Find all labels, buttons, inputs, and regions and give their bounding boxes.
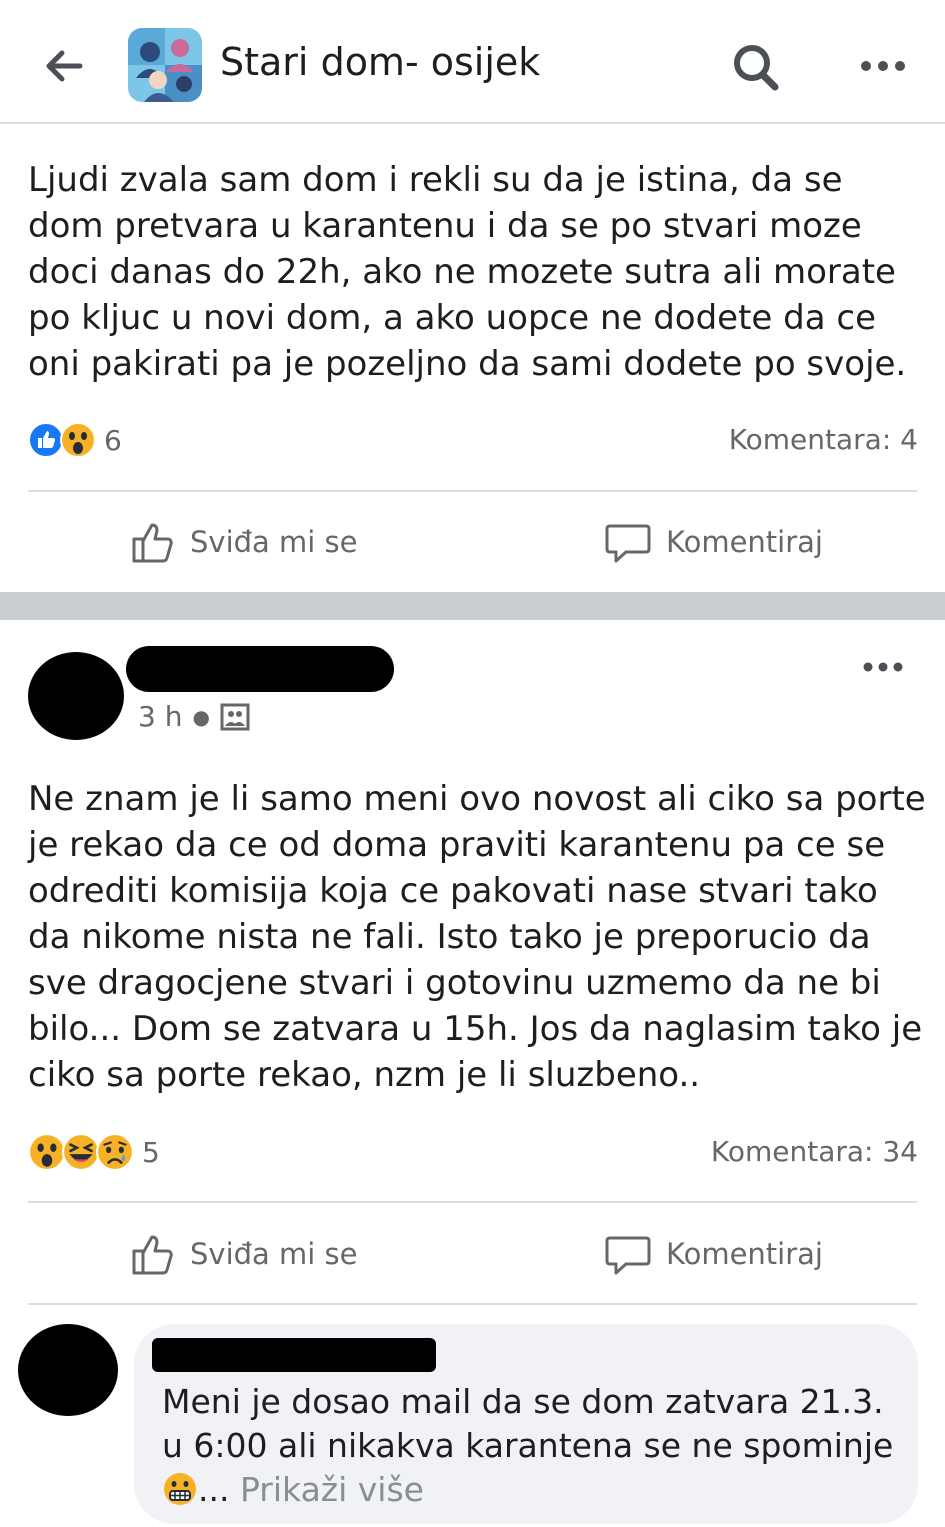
reaction-count: 5	[142, 1135, 160, 1169]
like-reaction-icon	[28, 422, 64, 458]
post-time[interactable]: 3 h	[138, 700, 182, 733]
like-button[interactable]: Sviđa mi se	[130, 512, 358, 572]
group-members-icon	[220, 703, 250, 730]
comment-ellipsis: ...	[198, 1470, 230, 1509]
commenter-avatar-redacted[interactable]	[18, 1324, 118, 1416]
grimace-emoji-icon	[164, 1473, 196, 1505]
post-meta: 3 h ●	[138, 700, 250, 733]
post-text: Ne znam je li samo meni ovo novost ali c…	[28, 779, 926, 1095]
more-options-icon[interactable]	[850, 48, 916, 84]
thumbs-up-icon	[132, 523, 173, 563]
back-arrow-icon[interactable]	[40, 42, 88, 90]
divider	[28, 1201, 917, 1203]
comment-bubble-icon	[605, 1236, 651, 1275]
commenter-name-redacted[interactable]	[152, 1338, 436, 1372]
search-icon[interactable]	[728, 40, 784, 96]
like-label: Sviđa mi se	[190, 1237, 358, 1271]
group-avatar[interactable]	[128, 28, 202, 102]
reactions-summary[interactable]: 6 Komentara: 4	[28, 420, 918, 460]
top-bar: Stari dom- osijek	[0, 0, 945, 124]
reaction-icons[interactable]: 5	[28, 1132, 160, 1172]
comment-bubble: Meni je dosao mail da se dom zatvara 21.…	[134, 1324, 918, 1524]
comments-count[interactable]: Komentara: 34	[711, 1132, 918, 1172]
author-avatar-redacted[interactable]	[28, 652, 124, 740]
reaction-icons[interactable]: 6	[28, 420, 122, 460]
comment-button[interactable]: Komentiraj	[604, 1224, 823, 1284]
comments-count[interactable]: Komentara: 4	[729, 420, 918, 460]
sad-reaction-icon	[96, 1133, 134, 1171]
comment-label: Komentiraj	[666, 1237, 823, 1271]
comment-button[interactable]: Komentiraj	[604, 512, 823, 572]
comment-bubble-icon	[605, 524, 651, 563]
reactions-summary[interactable]: 5 Komentara: 34	[28, 1132, 918, 1172]
thumbs-up-icon	[132, 1235, 173, 1275]
post-more-icon[interactable]	[858, 652, 908, 682]
reaction-count: 6	[104, 423, 122, 457]
see-more-link[interactable]: Prikaži više	[240, 1470, 424, 1509]
comment-text: Meni je dosao mail da se dom zatvara 21.…	[162, 1380, 902, 1512]
divider	[28, 490, 917, 492]
author-name-redacted[interactable]	[126, 646, 394, 692]
comment-label: Komentiraj	[666, 525, 823, 559]
wow-reaction-icon	[60, 422, 96, 458]
like-button[interactable]: Sviđa mi se	[130, 1224, 358, 1284]
meta-dot: ●	[192, 704, 210, 729]
haha-reaction-icon	[62, 1133, 100, 1171]
like-label: Sviđa mi se	[190, 525, 358, 559]
comment-body: Meni je dosao mail da se dom zatvara 21.…	[162, 1382, 894, 1465]
post-text: Ljudi zvala sam dom i rekli su da je ist…	[28, 160, 907, 384]
divider	[28, 1303, 917, 1305]
group-title[interactable]: Stari dom- osijek	[220, 40, 540, 84]
wow-reaction-icon	[28, 1133, 66, 1171]
feed-separator	[0, 592, 945, 620]
